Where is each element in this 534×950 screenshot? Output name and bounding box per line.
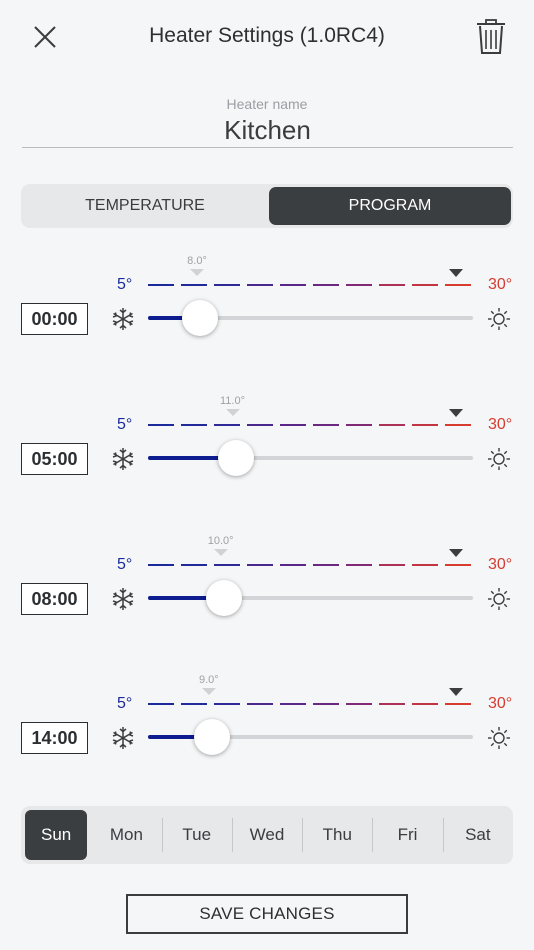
program-slot: 14:00 5° 30° 9.0° — [0, 674, 534, 805]
tab-program[interactable]: PROGRAM — [269, 187, 511, 225]
max-temp-label: 30° — [488, 276, 513, 293]
slider-thumb[interactable] — [193, 719, 230, 755]
temp-value-label: 8.0° — [187, 255, 207, 267]
day-mon[interactable]: Mon — [95, 810, 157, 860]
temp-marker-icon — [225, 409, 240, 416]
program-slot: 05:00 5° 30° 11.0° — [0, 395, 534, 526]
day-divider — [161, 818, 163, 852]
program-slot: 08:00 5° 30° 10.0° — [0, 535, 534, 666]
day-tue[interactable]: Tue — [166, 810, 228, 860]
tab-temperature[interactable]: TEMPERATURE — [24, 187, 266, 225]
snowflake-icon — [110, 725, 136, 756]
day-divider — [231, 818, 233, 852]
sun-icon — [486, 446, 512, 477]
slider-thumb[interactable] — [205, 580, 242, 616]
time-slot-button[interactable]: 08:00 — [21, 583, 88, 615]
min-temp-label: 5° — [117, 556, 133, 573]
day-divider — [442, 818, 444, 852]
day-divider — [302, 818, 304, 852]
temp-marker-icon — [201, 688, 216, 695]
time-slot-button[interactable]: 14:00 — [21, 722, 88, 754]
mode-segmented-control: TEMPERATURE PROGRAM — [21, 184, 513, 228]
max-temp-label: 30° — [488, 416, 513, 433]
save-changes-button[interactable]: SAVE CHANGES — [126, 894, 408, 934]
slider-thumb[interactable] — [182, 300, 218, 336]
sun-icon — [486, 306, 512, 337]
day-sun[interactable]: Sun — [25, 810, 88, 860]
max-marker-icon — [449, 549, 463, 557]
header: Heater Settings (1.0RC4) — [0, 0, 534, 76]
temp-marker-icon — [190, 269, 204, 276]
heater-name-input[interactable] — [22, 114, 513, 148]
max-marker-icon — [449, 688, 463, 696]
sun-icon — [486, 725, 512, 756]
temperature-slider[interactable] — [148, 300, 473, 336]
temperature-slider[interactable] — [148, 440, 473, 476]
max-temp-label: 30° — [488, 695, 513, 712]
snowflake-icon — [110, 446, 136, 477]
day-divider — [372, 818, 374, 852]
temp-marker-icon — [213, 549, 228, 556]
temperature-scale — [148, 424, 471, 426]
min-temp-label: 5° — [117, 416, 133, 433]
temp-value-label: 11.0° — [220, 395, 245, 407]
day-fri[interactable]: Fri — [377, 810, 439, 860]
temp-value-label: 9.0° — [198, 674, 219, 686]
temperature-scale — [148, 284, 471, 286]
day-selector: Sun Mon Tue Wed Thu Fri Sat — [21, 806, 513, 864]
time-slot-button[interactable]: 00:00 — [21, 303, 88, 335]
snowflake-icon — [110, 306, 136, 337]
day-wed[interactable]: Wed — [236, 810, 298, 860]
slider-thumb[interactable] — [217, 440, 254, 476]
trash-icon[interactable] — [474, 18, 508, 56]
snowflake-icon — [110, 586, 136, 617]
day-sat[interactable]: Sat — [447, 810, 509, 860]
day-thu[interactable]: Thu — [306, 810, 368, 860]
max-marker-icon — [449, 409, 463, 417]
temperature-scale — [148, 703, 471, 705]
time-slot-button[interactable]: 05:00 — [21, 443, 88, 475]
heater-name-label: Heater name — [226, 96, 308, 112]
sun-icon — [486, 586, 512, 617]
page-title: Heater Settings (1.0RC4) — [149, 24, 385, 47]
temp-value-label: 10.0° — [207, 535, 234, 547]
temperature-slider[interactable] — [148, 580, 473, 616]
min-temp-label: 5° — [117, 276, 133, 293]
max-marker-icon — [449, 269, 463, 277]
max-temp-label: 30° — [488, 556, 513, 573]
program-slot: 00:00 5° 30° 8.0° — [0, 255, 534, 386]
min-temp-label: 5° — [117, 695, 133, 712]
temperature-slider[interactable] — [148, 719, 473, 755]
temperature-scale — [148, 564, 471, 566]
